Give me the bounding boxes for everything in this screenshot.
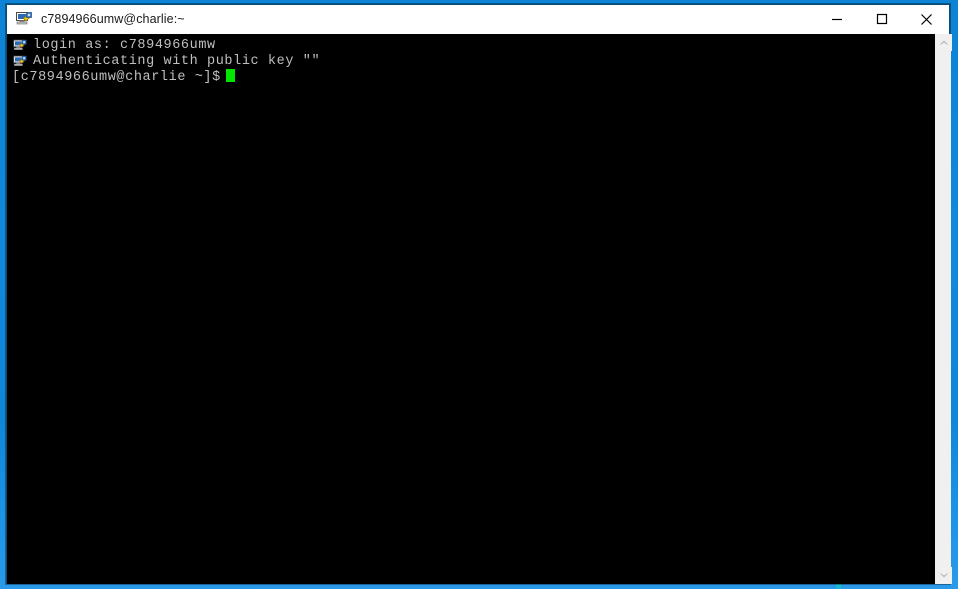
window-titlebar[interactable]: c7894966umw@charlie:~	[7, 4, 949, 34]
terminal-prompt: [c7894966umw@charlie ~]$	[12, 70, 221, 86]
close-button[interactable]	[904, 4, 949, 34]
terminal-cursor	[225, 69, 235, 83]
putty-terminal-icon	[15, 10, 33, 28]
window-title: c7894966umw@charlie:~	[41, 12, 185, 26]
desktop-background: c7894966umw@charlie:~ login as: c7894966…	[0, 0, 958, 589]
maximize-button[interactable]	[859, 4, 904, 34]
minimize-button[interactable]	[814, 4, 859, 34]
terminal-line: login as: c7894966umw	[33, 38, 216, 53]
terminal-region: login as: c7894966umw Authenticating wit…	[7, 34, 952, 584]
window-controls	[814, 4, 949, 34]
terminal-line: Authenticating with public key ""	[33, 53, 321, 69]
scroll-down-button[interactable]	[935, 567, 952, 584]
putty-terminal-icon	[12, 38, 28, 53]
putty-terminal-window[interactable]: c7894966umw@charlie:~ login as: c7894966…	[6, 4, 952, 584]
scrollbar-track[interactable]	[935, 51, 951, 567]
terminal-scrollbar[interactable]	[934, 34, 952, 584]
terminal-output[interactable]: login as: c7894966umw Authenticating wit…	[7, 34, 934, 584]
putty-terminal-icon	[12, 54, 28, 69]
scroll-up-button[interactable]	[935, 34, 952, 51]
terminal-prompt-line: [c7894966umw@charlie ~]$	[12, 69, 934, 85]
